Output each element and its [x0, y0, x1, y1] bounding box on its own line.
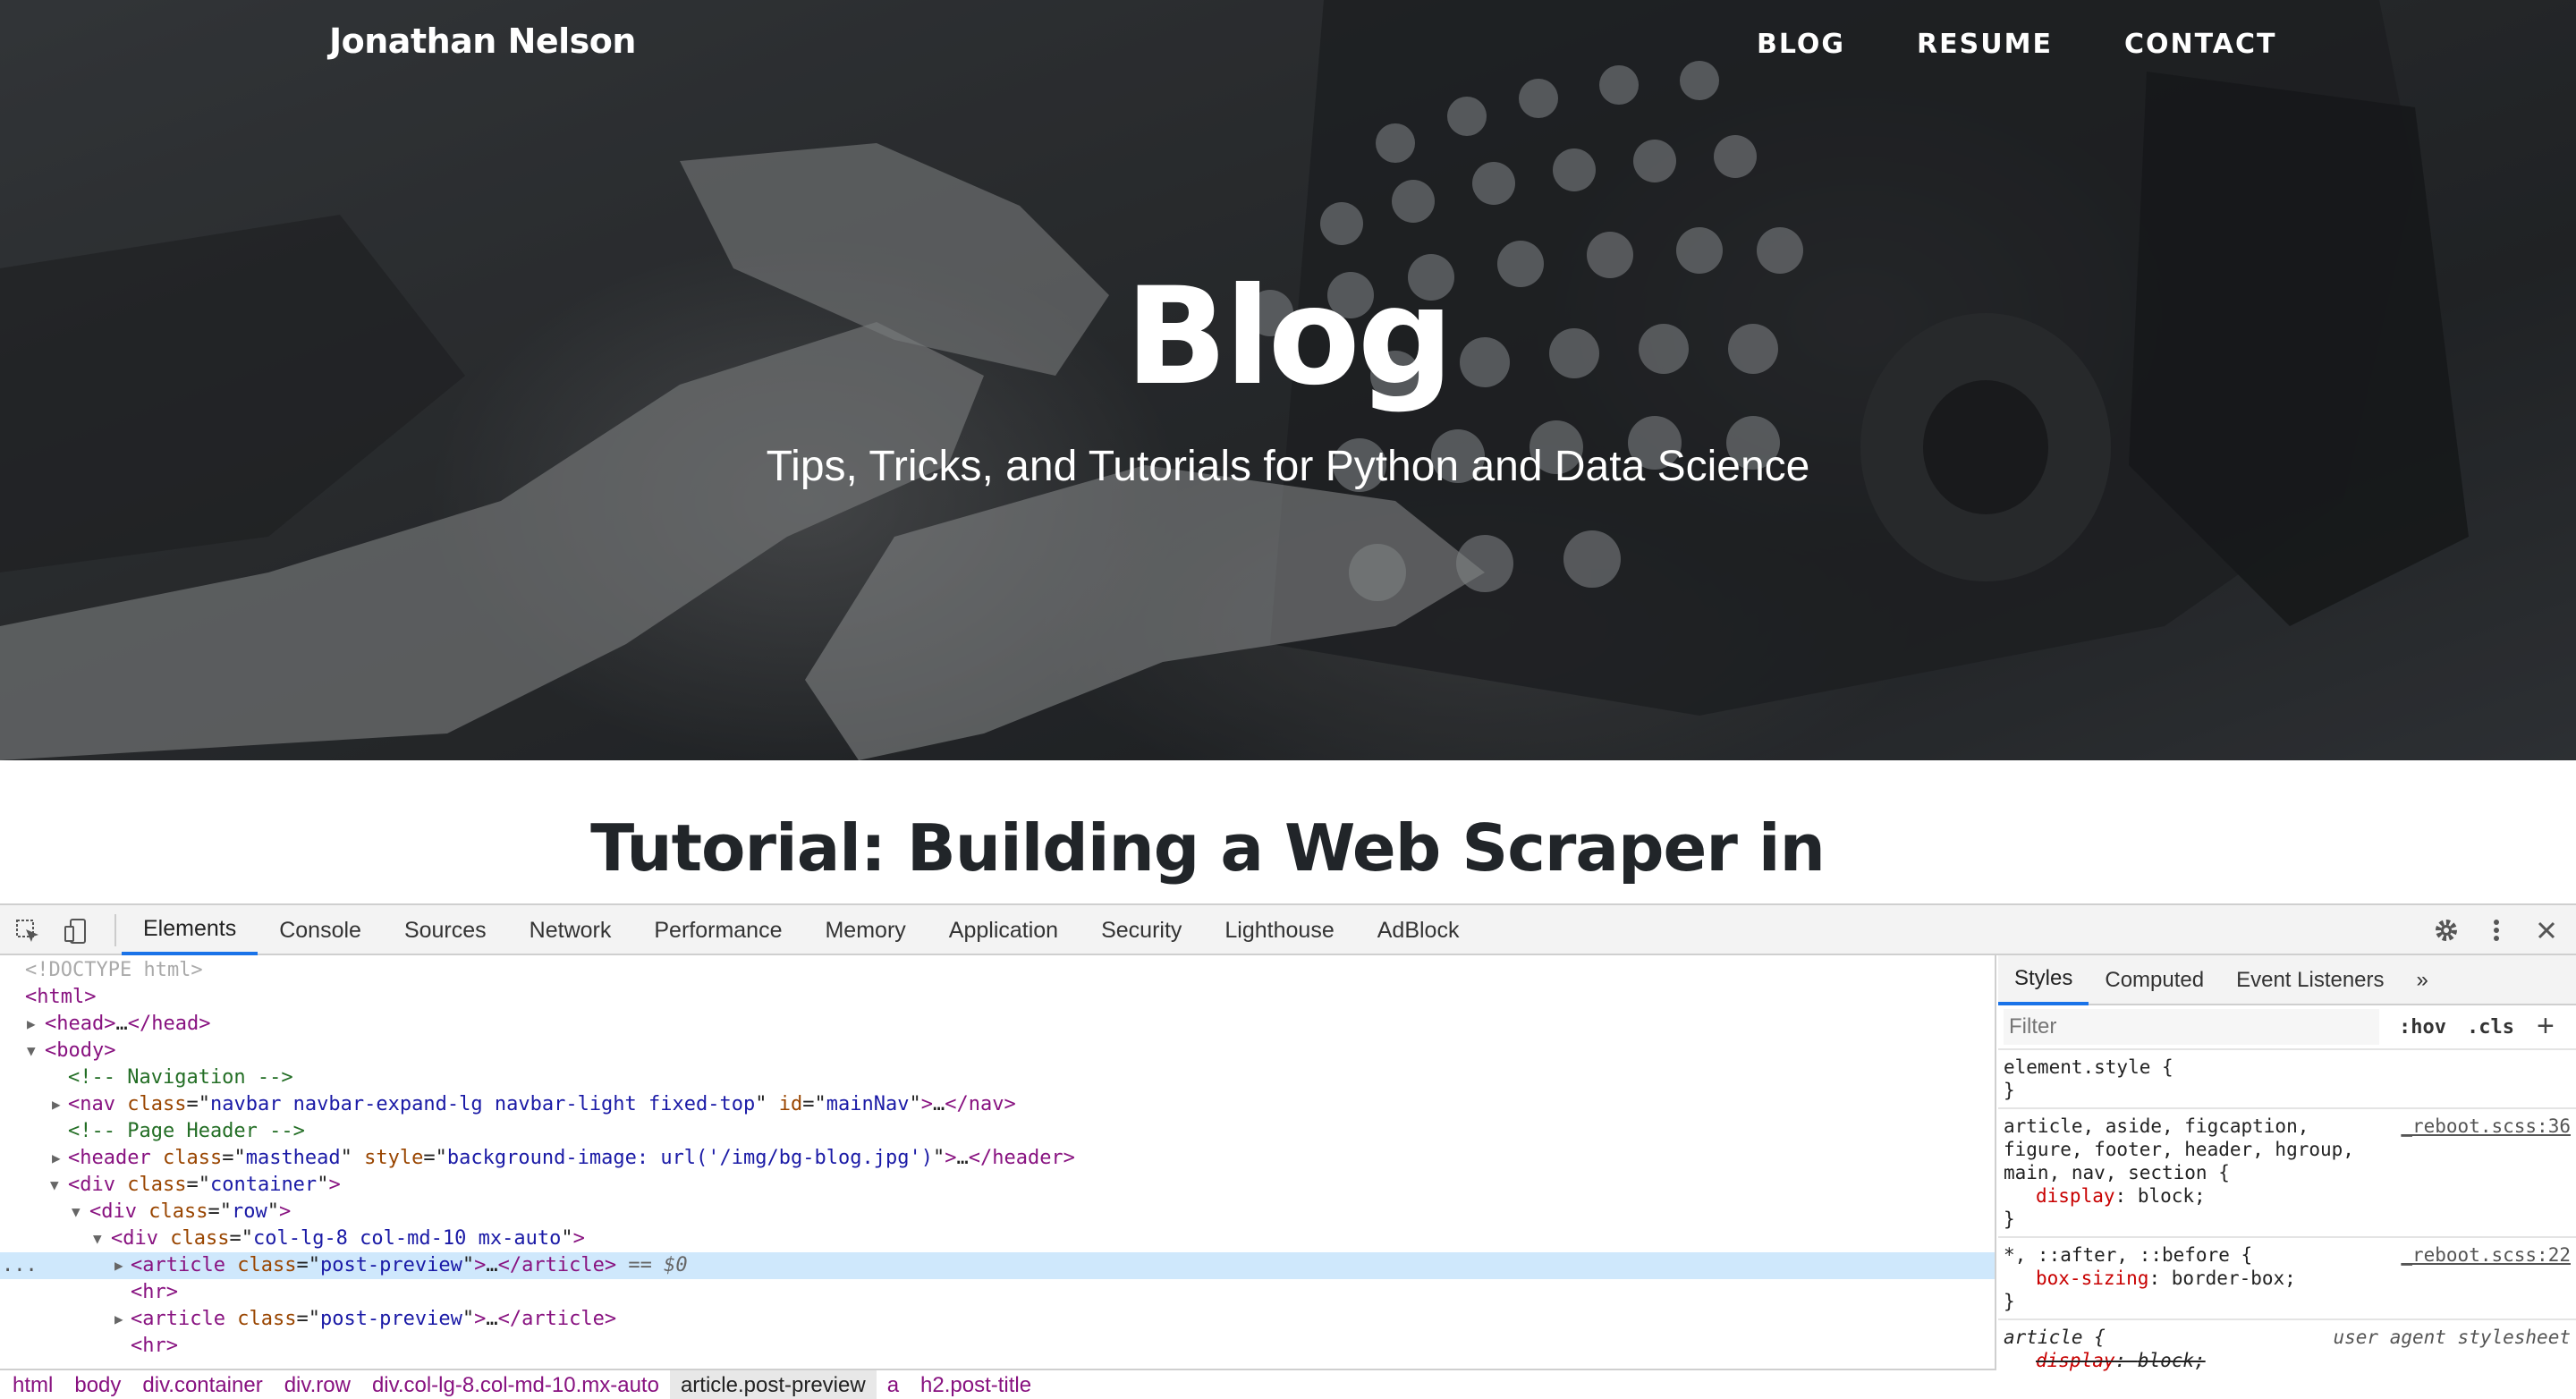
expand-triangle-icon[interactable]: ▶ — [52, 1091, 61, 1118]
hover-state-toggle[interactable]: :hov — [2399, 1016, 2446, 1039]
rule-close: } — [2004, 1080, 2015, 1101]
collapse-triangle-icon[interactable]: ▼ — [93, 1225, 102, 1252]
tab-console[interactable]: Console — [258, 905, 383, 955]
tab-lighthouse[interactable]: Lighthouse — [1203, 905, 1355, 955]
rule-source-label: user agent stylesheet — [2333, 1327, 2571, 1348]
page-subtitle: Tips, Tricks, and Tutorials for Python a… — [766, 443, 1810, 490]
toolbar-separator — [114, 914, 116, 946]
tab-performance[interactable]: Performance — [632, 905, 803, 955]
collapse-triangle-icon[interactable]: ▼ — [27, 1038, 36, 1064]
styles-filter-bar: :hov .cls + — [1998, 1005, 2576, 1050]
nav-link-blog[interactable]: BLOG — [1757, 29, 1845, 60]
dom-node-hr[interactable]: <hr> — [0, 1333, 1995, 1360]
dom-node-head[interactable]: ▶ <head>…</head> — [0, 1011, 1995, 1038]
tab-security[interactable]: Security — [1080, 905, 1203, 955]
nav-link-resume[interactable]: RESUME — [1917, 29, 2053, 60]
expand-triangle-icon[interactable]: ▶ — [114, 1252, 123, 1279]
style-rule-reboot-22[interactable]: _reboot.scss:22 *, ::after, ::before { b… — [1998, 1238, 2576, 1320]
breadcrumb-div-col[interactable]: div.col-lg-8.col-md-10.mx-auto — [361, 1370, 670, 1399]
dom-node-nav[interactable]: ▶ <nav class="navbar navbar-expand-lg nav… — [0, 1091, 1995, 1118]
dom-node-html[interactable]: <html> — [0, 984, 1995, 1011]
breadcrumb-body[interactable]: body — [64, 1370, 131, 1399]
rule-declaration[interactable]: display: block; — [2004, 1184, 2571, 1208]
style-rule-user-agent[interactable]: user agent stylesheet article { display:… — [1998, 1320, 2576, 1378]
tab-sources[interactable]: Sources — [383, 905, 508, 955]
dom-comment-navigation[interactable]: <!-- Navigation --> — [0, 1064, 1995, 1091]
collapse-triangle-icon[interactable]: ▼ — [72, 1199, 80, 1225]
styles-pane: Styles Computed Event Listeners » :hov .… — [1998, 955, 2576, 1399]
dom-node-div-container[interactable]: ▼ <div class="container"> — [0, 1172, 1995, 1199]
styles-subtabs: Styles Computed Event Listeners » — [1998, 955, 2576, 1005]
rule-selector: article, aside, figcaption, figure, foot… — [2004, 1115, 2354, 1183]
devtools-panel: Elements Console Sources Network Perform… — [0, 903, 2576, 1399]
tab-network[interactable]: Network — [508, 905, 633, 955]
expand-triangle-icon[interactable]: ▶ — [52, 1145, 61, 1172]
tab-application[interactable]: Application — [928, 905, 1080, 955]
page-title: Blog — [1124, 259, 1453, 415]
expand-triangle-icon[interactable]: ▶ — [114, 1306, 123, 1333]
dom-comment-page-header[interactable]: <!-- Page Header --> — [0, 1118, 1995, 1145]
rule-selector: element.style { — [2004, 1056, 2174, 1078]
gear-icon[interactable] — [2431, 915, 2462, 945]
dom-node-article-selected[interactable]: ... ▶ <article class="post-preview">…</art… — [0, 1252, 1995, 1279]
class-toggle[interactable]: .cls — [2467, 1016, 2514, 1039]
dom-node-header[interactable]: ▶ <header class="masthead" style="backgro… — [0, 1145, 1995, 1172]
dom-node-body[interactable]: ▼ <body> — [0, 1038, 1995, 1064]
more-tabs-chevron-icon[interactable]: » — [2401, 955, 2445, 1005]
website-viewport: Jonathan Nelson BLOG RESUME CONTACT Blog… — [0, 0, 2576, 903]
breadcrumb-div-row[interactable]: div.row — [274, 1370, 361, 1399]
breadcrumb-a[interactable]: a — [877, 1370, 910, 1399]
rule-source-link[interactable]: _reboot.scss:36 — [2401, 1115, 2571, 1138]
tab-elements[interactable]: Elements — [122, 905, 258, 955]
devtools-tabs: Elements Console Sources Network Perform… — [122, 905, 1480, 955]
dom-node-hr[interactable]: <hr> — [0, 1279, 1995, 1306]
inspect-element-icon[interactable] — [13, 916, 43, 946]
close-icon[interactable] — [2531, 915, 2562, 945]
breadcrumb-article-current[interactable]: article.post-preview — [669, 1370, 877, 1399]
tab-memory[interactable]: Memory — [803, 905, 927, 955]
masthead-header: Jonathan Nelson BLOG RESUME CONTACT Blog… — [0, 0, 2576, 760]
tab-styles[interactable]: Styles — [1998, 955, 2089, 1005]
site-brand-link[interactable]: Jonathan Nelson — [329, 21, 636, 61]
nav-link-contact[interactable]: CONTACT — [2124, 29, 2276, 60]
main-nav: BLOG RESUME CONTACT — [1757, 29, 2276, 60]
breadcrumb-h2[interactable]: h2.post-title — [910, 1370, 1042, 1399]
tab-event-listeners[interactable]: Event Listeners — [2220, 955, 2400, 1005]
styles-filter-input[interactable] — [2004, 1009, 2379, 1045]
dom-node-article[interactable]: ▶ <article class="post-preview">…</articl… — [0, 1306, 1995, 1333]
device-toolbar-icon[interactable] — [61, 916, 91, 946]
rule-source-link[interactable]: _reboot.scss:22 — [2401, 1243, 2571, 1267]
style-rule-element[interactable]: element.style { } — [1998, 1050, 2576, 1109]
breadcrumb-html[interactable]: html — [2, 1370, 64, 1399]
gutter-dots[interactable]: ... — [2, 1252, 38, 1279]
rule-close: } — [2004, 1208, 2015, 1230]
collapse-triangle-icon[interactable]: ▼ — [50, 1172, 59, 1199]
rule-declaration-overridden[interactable]: display: block; — [2004, 1349, 2571, 1372]
style-rule-reboot-36[interactable]: _reboot.scss:36 article, aside, figcapti… — [1998, 1109, 2576, 1238]
tab-computed[interactable]: Computed — [2089, 955, 2220, 1005]
dom-node-doctype[interactable]: <!DOCTYPE html> — [0, 957, 1995, 984]
breadcrumb-div-container[interactable]: div.container — [131, 1370, 273, 1399]
devtools-toolbar: Elements Console Sources Network Perform… — [0, 905, 2576, 955]
rule-close: } — [2004, 1291, 2015, 1312]
more-options-icon[interactable] — [2481, 915, 2512, 945]
dom-node-div-col[interactable]: ▼ <div class="col-lg-8 col-md-10 mx-auto"… — [0, 1225, 1995, 1252]
post-title-link[interactable]: Tutorial: Building a Web Scraper in — [0, 810, 2415, 886]
expand-triangle-icon[interactable]: ▶ — [27, 1011, 36, 1038]
new-rule-plus-icon[interactable]: + — [2537, 1009, 2555, 1044]
dom-node-div-row[interactable]: ▼ <div class="row"> — [0, 1199, 1995, 1225]
tab-adblock[interactable]: AdBlock — [1356, 905, 1481, 955]
elements-dom-tree: <!DOCTYPE html> <html> ▶ <head>…</head> ▼… — [0, 955, 1996, 1369]
breadcrumb: html body div.container div.row div.col-… — [0, 1369, 1996, 1399]
rule-declaration[interactable]: box-sizing: border-box; — [2004, 1267, 2571, 1290]
